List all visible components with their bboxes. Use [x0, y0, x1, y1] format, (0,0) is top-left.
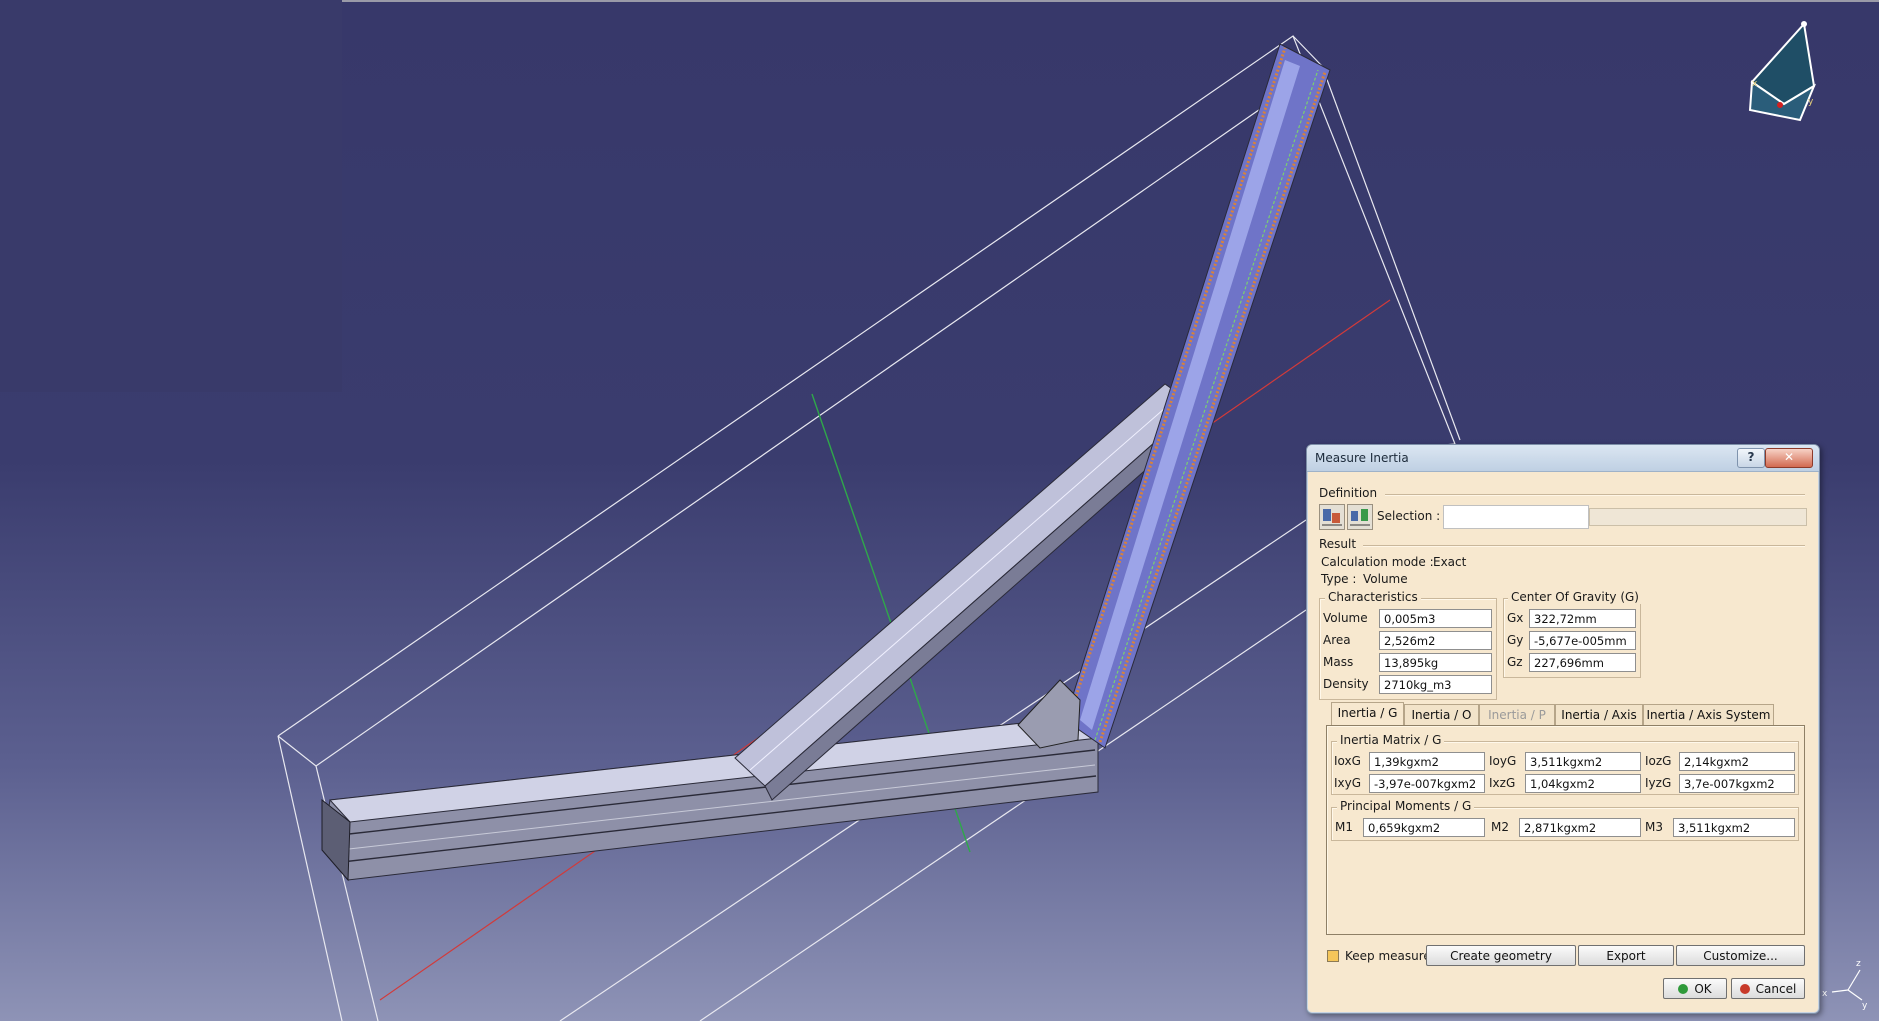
gz-field[interactable]: 227,696mm [1529, 653, 1636, 672]
compass-icon[interactable]: x y [1748, 21, 1817, 122]
selection-label: Selection : [1377, 509, 1441, 523]
tab-inertia-g[interactable]: Inertia / G [1331, 702, 1404, 726]
center-of-gravity-title: Center Of Gravity (G) [1508, 590, 1642, 604]
svg-text:y: y [1808, 97, 1814, 107]
ixyg-label: IxyG [1334, 776, 1362, 790]
characteristics-title: Characteristics [1325, 590, 1421, 604]
selected-profile-beam [1064, 43, 1331, 749]
iozg-field[interactable]: 2,14kgxm2 [1679, 752, 1795, 771]
iyzg-label: IyzG [1645, 776, 1672, 790]
3d-viewport[interactable]: x y z x y Measure Inertia ? ✕ Definition… [0, 0, 1879, 1021]
calc-mode-value: Exact [1433, 555, 1467, 569]
mass-field[interactable]: 13,895kg [1379, 653, 1492, 672]
iozg-label: IozG [1645, 754, 1672, 768]
tab-inertia-p: Inertia / P [1479, 704, 1555, 726]
ok-icon [1678, 984, 1689, 994]
ixyg-field[interactable]: -3,97e-007kgxm2 [1369, 774, 1485, 793]
cancel-icon [1739, 984, 1750, 994]
help-button[interactable]: ? [1737, 448, 1765, 468]
definition-separator [1385, 494, 1805, 496]
type-label: Type : [1321, 572, 1357, 586]
area-field[interactable]: 2,526m2 [1379, 631, 1492, 650]
keep-measure-checkbox[interactable] [1327, 950, 1339, 962]
ok-button[interactable]: OK [1663, 978, 1727, 999]
dialog-title: Measure Inertia [1315, 451, 1409, 465]
tab-inertia-axis-system[interactable]: Inertia / Axis System [1643, 704, 1774, 726]
gy-label: Gy [1507, 633, 1524, 647]
svg-text:y: y [1862, 1001, 1868, 1011]
ok-label: OK [1694, 982, 1712, 996]
ioyg-label: IoyG [1489, 754, 1517, 768]
volume-label: Volume [1323, 611, 1368, 625]
m1-field[interactable]: 0,659kgxm2 [1363, 818, 1485, 837]
result-label: Result [1319, 537, 1357, 551]
export-button[interactable]: Export [1578, 945, 1674, 966]
selection-field[interactable] [1443, 505, 1589, 529]
mass-label: Mass [1323, 655, 1354, 669]
cancel-label: Cancel [1755, 982, 1797, 996]
principal-moments-title: Principal Moments / G [1337, 799, 1475, 813]
measure-inertia-dialog: Measure Inertia ? ✕ Definition Selection… [1306, 444, 1820, 1014]
customize-button[interactable]: Customize... [1676, 945, 1805, 966]
ioxg-field[interactable]: 1,39kgxm2 [1369, 752, 1485, 771]
result-separator [1363, 545, 1805, 547]
density-label: Density [1323, 677, 1369, 691]
m2-field[interactable]: 2,871kgxm2 [1519, 818, 1641, 837]
area-label: Area [1323, 633, 1351, 647]
horizontal-profile-beam [321, 717, 1100, 882]
definition-label: Definition [1319, 486, 1378, 500]
type-value: Volume [1363, 572, 1408, 586]
m1-label: M1 [1335, 820, 1353, 834]
density-field[interactable]: 2710kg_m3 [1379, 675, 1492, 694]
calc-mode-label: Calculation mode : [1321, 555, 1434, 569]
iyzg-field[interactable]: 3,7e-007kgxm2 [1679, 774, 1795, 793]
gx-field[interactable]: 322,72mm [1529, 609, 1636, 628]
gx-label: Gx [1507, 611, 1524, 625]
svg-text:z: z [1856, 959, 1861, 969]
gy-field[interactable]: -5,677e-005mm [1529, 631, 1636, 650]
keep-measure-label: Keep measure [1345, 949, 1431, 963]
volume-field[interactable]: 0,005m3 [1379, 609, 1492, 628]
ioyg-field[interactable]: 3,511kgxm2 [1525, 752, 1641, 771]
m3-field[interactable]: 3,511kgxm2 [1673, 818, 1795, 837]
cancel-button[interactable]: Cancel [1731, 978, 1805, 999]
axis-triad-icon: z x y [1822, 959, 1868, 1011]
ixzg-field[interactable]: 1,04kgxm2 [1525, 774, 1641, 793]
inertia-matrix-title: Inertia Matrix / G [1337, 733, 1445, 747]
dialog-titlebar[interactable]: Measure Inertia ? ✕ [1307, 445, 1819, 472]
ioxg-label: IoxG [1334, 754, 1361, 768]
svg-text:x: x [1752, 79, 1758, 89]
measure-between-icon[interactable] [1347, 504, 1373, 530]
m2-label: M2 [1491, 820, 1509, 834]
tab-inertia-axis[interactable]: Inertia / Axis [1555, 704, 1643, 726]
measure-item-icon[interactable] [1319, 504, 1345, 530]
svg-text:x: x [1822, 989, 1828, 999]
tab-inertia-o[interactable]: Inertia / O [1404, 704, 1479, 726]
create-geometry-button[interactable]: Create geometry [1426, 945, 1576, 966]
gz-label: Gz [1507, 655, 1523, 669]
selection-field-extension [1589, 508, 1807, 526]
close-button[interactable]: ✕ [1765, 448, 1813, 468]
ixzg-label: IxzG [1489, 776, 1516, 790]
m3-label: M3 [1645, 820, 1663, 834]
